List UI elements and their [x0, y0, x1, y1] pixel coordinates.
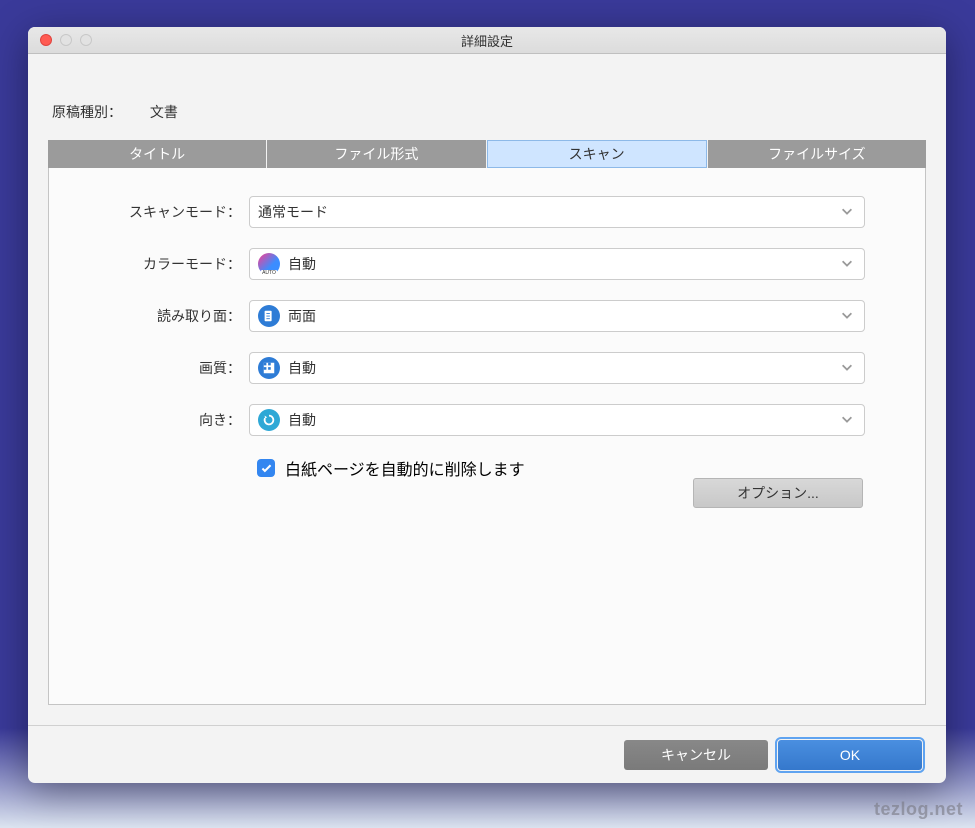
titlebar: 詳細設定: [28, 27, 946, 54]
chevron-down-icon: [840, 256, 854, 273]
ok-button[interactable]: OK: [778, 740, 922, 770]
minimize-icon: [60, 34, 72, 46]
quality-icon: [258, 357, 280, 379]
chevron-down-icon: [840, 412, 854, 429]
quality-select[interactable]: 自動: [249, 352, 865, 384]
traffic-lights: [28, 34, 92, 46]
dialog-footer: キャンセル OK: [28, 725, 946, 783]
watermark-text: tezlog.net: [874, 799, 963, 820]
color-mode-row: カラーモード： 自動: [109, 248, 865, 280]
scan-tab-panel: スキャンモード： 通常モード カラーモード： 自動: [48, 168, 926, 705]
chevron-down-icon: [840, 204, 854, 221]
color-auto-icon: [258, 253, 280, 275]
color-mode-select[interactable]: 自動: [249, 248, 865, 280]
read-side-value: 両面: [288, 306, 316, 326]
document-type-value: 文書: [150, 104, 178, 120]
scan-mode-value: 通常モード: [258, 202, 328, 222]
read-side-row: 読み取り面： 両面: [109, 300, 865, 332]
orientation-select[interactable]: 自動: [249, 404, 865, 436]
scan-mode-label: スキャンモード：: [109, 202, 249, 222]
dialog-window: 詳細設定 原稿種別： 文書 タイトル ファイル形式 スキャン ファイルサイズ ス…: [28, 27, 946, 783]
color-mode-label: カラーモード：: [109, 254, 249, 274]
chevron-down-icon: [840, 308, 854, 325]
dialog-content: 原稿種別： 文書 タイトル ファイル形式 スキャン ファイルサイズ スキャンモー…: [28, 54, 946, 725]
close-icon[interactable]: [40, 34, 52, 46]
tab-file-format[interactable]: ファイル形式: [267, 140, 485, 168]
window-title: 詳細設定: [28, 31, 946, 50]
scan-mode-row: スキャンモード： 通常モード: [109, 196, 865, 228]
option-button-label: オプション...: [737, 483, 819, 503]
ok-button-label: OK: [840, 747, 860, 763]
tab-file-size[interactable]: ファイルサイズ: [708, 140, 926, 168]
read-side-select[interactable]: 両面: [249, 300, 865, 332]
scan-mode-select[interactable]: 通常モード: [249, 196, 865, 228]
chevron-down-icon: [840, 360, 854, 377]
tab-bar: タイトル ファイル形式 スキャン ファイルサイズ: [48, 140, 926, 168]
orientation-label: 向き：: [109, 410, 249, 430]
document-type-row: 原稿種別： 文書: [48, 74, 926, 140]
cancel-button[interactable]: キャンセル: [624, 740, 768, 770]
blank-page-label: 白紙ページを自動的に削除します: [285, 456, 525, 480]
tab-title[interactable]: タイトル: [48, 140, 266, 168]
blank-page-checkbox[interactable]: [257, 459, 275, 477]
option-button[interactable]: オプション...: [693, 478, 863, 508]
maximize-icon: [80, 34, 92, 46]
orientation-value: 自動: [288, 410, 316, 430]
tab-scan[interactable]: スキャン: [487, 140, 707, 168]
cancel-button-label: キャンセル: [661, 745, 731, 765]
quality-row: 画質： 自動: [109, 352, 865, 384]
rotation-icon: [258, 409, 280, 431]
orientation-row: 向き： 自動: [109, 404, 865, 436]
quality-value: 自動: [288, 358, 316, 378]
document-type-label: 原稿種別：: [52, 104, 122, 120]
blank-page-removal-row: 白紙ページを自動的に削除します: [257, 456, 865, 480]
color-mode-value: 自動: [288, 254, 316, 274]
read-side-label: 読み取り面：: [109, 306, 249, 326]
quality-label: 画質：: [109, 358, 249, 378]
duplex-icon: [258, 305, 280, 327]
